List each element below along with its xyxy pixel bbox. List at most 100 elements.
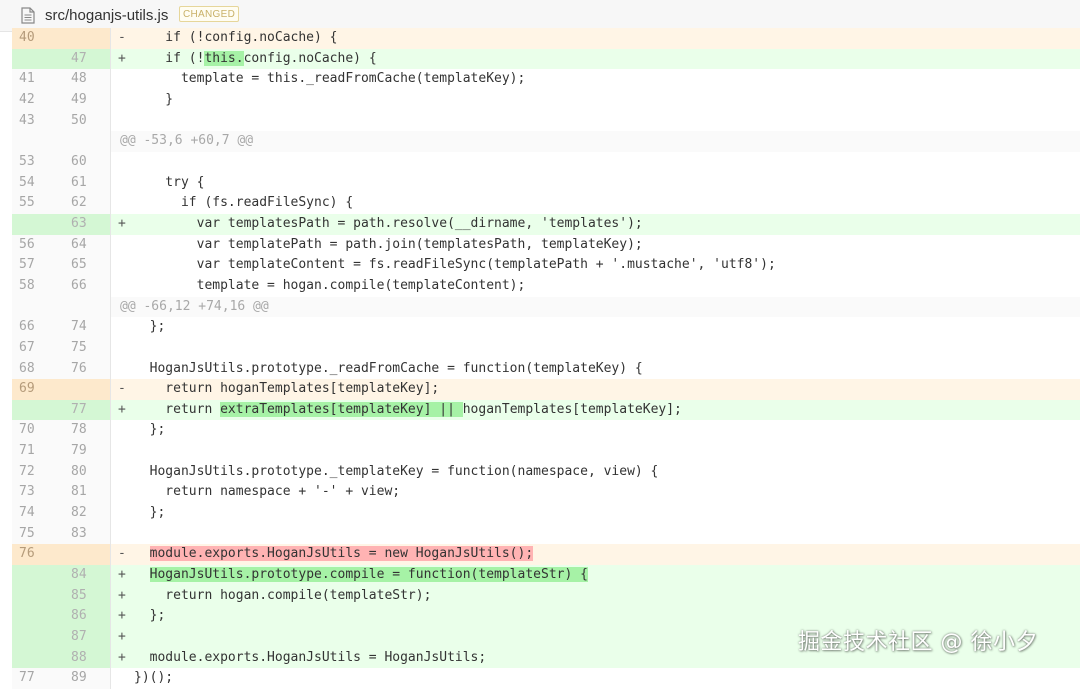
new-line-number[interactable]: 50 bbox=[62, 110, 111, 132]
new-line-number[interactable]: 85 bbox=[62, 585, 111, 607]
diff-line-ctx: 66 74 }; bbox=[12, 317, 1080, 338]
code-text: }; bbox=[134, 317, 166, 338]
new-line-number[interactable]: 86 bbox=[62, 606, 111, 628]
code-segment: var templatePath = path.join(templatesPa… bbox=[134, 236, 643, 252]
old-line-number[interactable]: 43 bbox=[12, 110, 62, 132]
old-line-number[interactable]: 69 bbox=[12, 379, 62, 400]
old-line-number[interactable]: 53 bbox=[12, 151, 62, 173]
code-highlight-del: module.exports.HoganJsUtils = new HoganJ… bbox=[149, 546, 534, 562]
code-text: return extraTemplates[templateKey] || ho… bbox=[134, 400, 682, 421]
old-line-number[interactable]: 56 bbox=[12, 234, 62, 256]
new-line-number[interactable]: 88 bbox=[62, 647, 111, 669]
new-line-number[interactable]: 82 bbox=[62, 503, 111, 524]
code-segment: config.noCache) { bbox=[243, 50, 377, 66]
old-line-number[interactable]: 73 bbox=[12, 482, 62, 504]
diff-line-ctx: 71 79 bbox=[12, 441, 1080, 462]
new-line-number[interactable] bbox=[62, 296, 111, 318]
old-line-number[interactable]: 40 bbox=[12, 28, 62, 49]
diff-sign: + bbox=[118, 215, 126, 231]
new-line-number[interactable]: 64 bbox=[62, 234, 111, 256]
old-line-number[interactable] bbox=[12, 48, 62, 70]
code-segment: }; bbox=[134, 319, 166, 335]
new-line-number[interactable]: 77 bbox=[62, 399, 111, 421]
code-text: return namespace + '-' + view; bbox=[134, 482, 400, 503]
diff-sign: + bbox=[118, 608, 126, 624]
new-line-number[interactable]: 74 bbox=[62, 317, 111, 338]
diff-line-ctx: 77 89})(); bbox=[12, 668, 1080, 689]
old-line-number[interactable] bbox=[12, 627, 62, 648]
code-segment: if (!config.noCache) { bbox=[134, 30, 338, 45]
new-line-number[interactable] bbox=[62, 544, 111, 566]
new-line-number[interactable] bbox=[62, 379, 111, 400]
code-segment: return hoganTemplates[templateKey]; bbox=[134, 381, 440, 397]
old-line-number[interactable]: 41 bbox=[12, 69, 62, 90]
new-line-number[interactable]: 89 bbox=[62, 668, 111, 689]
new-line-number[interactable] bbox=[62, 131, 111, 152]
old-line-number[interactable]: 68 bbox=[12, 358, 62, 380]
old-line-number[interactable] bbox=[12, 131, 62, 152]
new-line-number[interactable]: 62 bbox=[62, 193, 111, 214]
old-line-number[interactable] bbox=[12, 399, 62, 421]
new-line-number[interactable]: 61 bbox=[62, 172, 111, 194]
new-line-number[interactable]: 76 bbox=[62, 358, 111, 380]
new-line-number[interactable]: 79 bbox=[62, 441, 111, 462]
old-line-number[interactable]: 57 bbox=[12, 255, 62, 276]
diff-line-ctx: 43 50 bbox=[12, 110, 1080, 132]
new-line-number[interactable]: 66 bbox=[62, 275, 111, 297]
old-line-number[interactable]: 77 bbox=[12, 668, 62, 689]
diff-line-add: 63 + var templatesPath = path.resolve(__d… bbox=[12, 213, 1080, 235]
new-line-number[interactable]: 81 bbox=[62, 482, 111, 504]
new-line-number[interactable]: 78 bbox=[62, 420, 111, 442]
code-text: HoganJsUtils.prototype._readFromCache = … bbox=[134, 359, 643, 380]
diff-line-del: 40 - if (!config.noCache) { bbox=[12, 28, 1080, 49]
old-line-number[interactable]: 67 bbox=[12, 337, 62, 359]
new-line-number[interactable]: 63 bbox=[62, 213, 111, 235]
diff-line-ctx: 68 76 HoganJsUtils.prototype._readFromCac… bbox=[12, 358, 1080, 380]
old-line-number[interactable]: 72 bbox=[12, 461, 62, 483]
old-line-number[interactable] bbox=[12, 213, 62, 235]
watermark-text: 掘金技术社区 @ 徐小夕 bbox=[798, 630, 1038, 655]
new-line-number[interactable]: 80 bbox=[62, 461, 111, 483]
file-path-link[interactable]: src/hoganjs-utils.js bbox=[45, 7, 168, 24]
old-line-number[interactable]: 66 bbox=[12, 317, 62, 338]
old-line-number[interactable] bbox=[12, 647, 62, 669]
old-line-number[interactable] bbox=[12, 585, 62, 607]
code-segment: }; bbox=[134, 422, 166, 438]
diff-line-ctx: 42 49 } bbox=[12, 89, 1080, 111]
new-line-number[interactable]: 48 bbox=[62, 69, 111, 90]
new-line-number[interactable]: 65 bbox=[62, 255, 111, 276]
hunk-header-row: @@ -53,6 +60,7 @@ bbox=[12, 131, 1080, 152]
new-line-number[interactable]: 47 bbox=[62, 48, 111, 70]
new-line-number[interactable]: 75 bbox=[62, 337, 111, 359]
old-line-number[interactable] bbox=[12, 606, 62, 628]
new-line-number[interactable]: 87 bbox=[62, 627, 111, 648]
old-line-number[interactable]: 75 bbox=[12, 523, 62, 545]
old-line-number[interactable]: 76 bbox=[12, 544, 62, 566]
new-line-number[interactable]: 84 bbox=[62, 565, 111, 586]
code-text: HoganJsUtils.prototype._templateKey = fu… bbox=[134, 462, 659, 483]
new-line-number[interactable]: 49 bbox=[62, 89, 111, 111]
hunk-header-row: @@ -66,12 +74,16 @@ bbox=[12, 296, 1080, 318]
old-line-number[interactable] bbox=[12, 565, 62, 586]
new-line-number[interactable]: 60 bbox=[62, 151, 111, 173]
diff-line-ctx: 53 60 bbox=[12, 151, 1080, 173]
diff-view: 40- if (!config.noCache) {47 + if (!this.… bbox=[12, 28, 1080, 689]
code-text: var templatePath = path.join(templatesPa… bbox=[134, 235, 643, 256]
old-line-number[interactable] bbox=[12, 296, 62, 318]
code-highlight-add: HoganJsUtils.prototype.compile = functio… bbox=[149, 567, 588, 583]
old-line-number[interactable]: 74 bbox=[12, 503, 62, 524]
new-line-number[interactable]: 83 bbox=[62, 523, 111, 545]
old-line-number[interactable]: 71 bbox=[12, 441, 62, 462]
old-line-number[interactable]: 42 bbox=[12, 89, 62, 111]
old-line-number[interactable]: 54 bbox=[12, 172, 62, 194]
new-line-number[interactable] bbox=[62, 28, 111, 49]
old-line-number[interactable]: 58 bbox=[12, 275, 62, 297]
diff-line-del: 69 - return hoganTemplates[templateKey]; bbox=[12, 379, 1080, 400]
old-line-number[interactable]: 70 bbox=[12, 420, 62, 442]
code-text: if (!this.config.noCache) { bbox=[134, 49, 377, 70]
hunk-header-text: @@ -53,6 +60,7 @@ bbox=[120, 131, 253, 152]
code-segment: try { bbox=[134, 174, 205, 190]
code-text: template = hogan.compile(templateContent… bbox=[134, 276, 526, 297]
old-line-number[interactable]: 55 bbox=[12, 193, 62, 214]
